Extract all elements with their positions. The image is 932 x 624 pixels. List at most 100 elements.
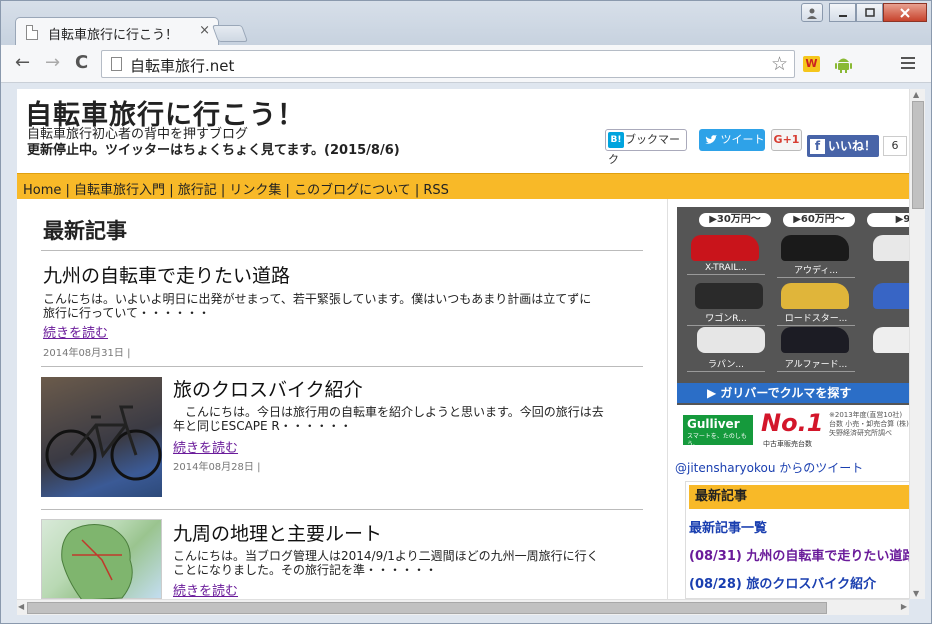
post-excerpt: こんにちは。いよいよ明日に出発がせまって、若干緊張しています。僕はいつもあまり計… bbox=[43, 292, 591, 320]
divider bbox=[41, 509, 643, 510]
tab-active[interactable]: 自転車旅行に行こう！ × bbox=[15, 17, 219, 46]
facebook-icon: f bbox=[810, 139, 825, 154]
vertical-scrollbar[interactable]: ▲ ▼ bbox=[909, 89, 925, 599]
twitter-bird-icon bbox=[705, 135, 717, 144]
browser-toolbar: ← → C 自転車旅行.net ☆ W bbox=[1, 45, 931, 83]
tagline-line-2: 更新停止中。ツイッターはちょくちょく見てます。(2015/8/6) bbox=[27, 143, 400, 158]
nav-item-links[interactable]: リンク集 bbox=[229, 183, 281, 198]
post-thumbnail-bike[interactable] bbox=[41, 377, 162, 497]
read-more-link[interactable]: 続きを読む bbox=[173, 580, 238, 599]
window-controls bbox=[801, 3, 927, 23]
nav-item-home[interactable]: Home bbox=[23, 183, 61, 198]
global-nav: Home | 自転車旅行入門 | 旅行記 | リンク集 | このブログについて … bbox=[17, 173, 909, 199]
car-image bbox=[781, 327, 849, 353]
forward-icon[interactable]: → bbox=[45, 53, 60, 73]
post-date: 2014年08月28日 | bbox=[173, 462, 261, 473]
nav-item-travelogue[interactable]: 旅行記 bbox=[178, 183, 217, 198]
nav-item-intro[interactable]: 自転車旅行入門 bbox=[74, 183, 165, 198]
nav-item-about[interactable]: このブログについて bbox=[294, 183, 411, 198]
widget-link[interactable]: (08/28) 旅のクロスバイク紹介 bbox=[689, 573, 876, 592]
car-label: ロードスター... bbox=[777, 311, 855, 326]
post-excerpt-line: こんにちは。今日は旅行用の自転車を紹介しようと思います。今回の旅行は去 bbox=[173, 405, 604, 419]
car-image bbox=[781, 235, 849, 261]
car-image bbox=[691, 235, 759, 261]
menu-icon[interactable] bbox=[901, 57, 915, 72]
post-title[interactable]: 九周の地理と主要ルート bbox=[173, 519, 382, 546]
post-title[interactable]: 九州の自転車で走りたい道路 bbox=[43, 261, 290, 288]
post-thumbnail-map[interactable] bbox=[41, 519, 162, 599]
widget-link[interactable]: 最新記事一覧 bbox=[689, 517, 767, 536]
horizontal-scrollbar[interactable]: ◀ ▶ bbox=[17, 599, 909, 615]
car-label: ワゴンR... bbox=[687, 311, 765, 326]
read-more-link[interactable]: 続きを読む bbox=[43, 322, 108, 341]
tab-title: 自転車旅行に行こう！ bbox=[48, 28, 179, 43]
hatena-bookmark-button[interactable]: B! ブックマーク bbox=[605, 129, 687, 166]
car-image bbox=[697, 327, 765, 353]
reload-icon[interactable]: C bbox=[75, 53, 88, 73]
sidebar-divider bbox=[667, 199, 668, 599]
browser-window: 自転車旅行に行こう！ × ← → C 自転車旅行.net ☆ W 自転車旅行に行… bbox=[0, 0, 932, 624]
back-icon[interactable]: ← bbox=[15, 53, 30, 73]
ad-fineprint: ※2013年度(直営10社)台数 小売・卸売合算 (株)矢野経済研究所調べ bbox=[829, 411, 909, 437]
post-date: 2014年08月31日 | bbox=[43, 348, 131, 359]
scroll-down-icon[interactable]: ▼ bbox=[913, 589, 919, 598]
url-text: 自転車旅行.net bbox=[130, 57, 235, 75]
price-badge: ▶30万円〜 bbox=[699, 213, 771, 227]
post-excerpt-line: 旅行に行っていて・・・・・・ bbox=[43, 306, 211, 320]
no1-badge: No.1 bbox=[761, 409, 824, 437]
car-label: X-TRAIL... bbox=[687, 263, 765, 275]
divider bbox=[41, 250, 643, 251]
post-title[interactable]: 旅のクロスバイク紹介 bbox=[173, 375, 363, 402]
scroll-left-icon[interactable]: ◀ bbox=[18, 602, 24, 611]
bookmark-star-icon[interactable]: ☆ bbox=[771, 53, 788, 75]
address-bar[interactable]: 自転車旅行.net ☆ bbox=[101, 50, 795, 78]
page-icon bbox=[26, 25, 38, 40]
scrollbar-thumb[interactable] bbox=[912, 101, 924, 209]
gulliver-ad[interactable]: ▶30万円〜 ▶60万円〜 ▶9 X-TRAIL... アウディ... ワゴンR… bbox=[677, 207, 909, 455]
gplus-button[interactable]: G+1 bbox=[771, 129, 802, 151]
hatena-icon: B! bbox=[608, 132, 624, 148]
facebook-like-button[interactable]: f いいね！ bbox=[807, 135, 879, 157]
divider bbox=[41, 366, 643, 367]
post-excerpt: こんにちは。当ブログ管理人は2014/9/1より二週間ほどの九州一周旅行に行く … bbox=[173, 549, 599, 577]
post-excerpt-line: こんにちは。いよいよ明日に出発がせまって、若干緊張しています。僕はいつもあまり計… bbox=[43, 292, 592, 306]
post-excerpt-line: 年と同じESCAPE R・・・・・・ bbox=[173, 419, 352, 433]
scrollbar-thumb[interactable] bbox=[27, 602, 827, 614]
car-image bbox=[873, 235, 909, 261]
tagline-line-1: 自転車旅行初心者の背中を押すブログ bbox=[27, 127, 249, 142]
ad-logo-strip: Gulliver スマートを、たのしもう。 No.1 中古車販売台数 ※2013… bbox=[677, 405, 909, 455]
widget-title: 最新記事 bbox=[689, 485, 909, 509]
page-viewport: 自転車旅行に行こう！ 自転車旅行初心者の背中を押すブログ 更新停止中。ツイッター… bbox=[17, 89, 909, 599]
tweet-button[interactable]: ツイート bbox=[699, 129, 765, 151]
maximize-button[interactable] bbox=[856, 3, 883, 22]
car-label: ラパン... bbox=[687, 357, 765, 372]
scroll-right-icon[interactable]: ▶ bbox=[901, 602, 907, 611]
gulliver-logo-text: Gulliver bbox=[687, 417, 740, 431]
car-label: アウディ... bbox=[777, 263, 855, 278]
scroll-up-icon[interactable]: ▲ bbox=[913, 90, 919, 99]
car-image bbox=[781, 283, 849, 309]
widget-link[interactable]: (08/31) 九州の自転車で走りたい道路 bbox=[689, 545, 909, 564]
post-excerpt: こんにちは。今日は旅行用の自転車を紹介しようと思います。今回の旅行は去 年と同じ… bbox=[173, 405, 604, 433]
extension-w-icon[interactable]: W bbox=[803, 56, 820, 72]
close-window-button[interactable] bbox=[883, 3, 927, 22]
page-icon bbox=[111, 57, 122, 71]
gulliver-logo-sub: スマートを、たのしもう。 bbox=[687, 433, 747, 448]
new-tab-button[interactable] bbox=[211, 25, 249, 42]
fb-like-label: いいね！ bbox=[828, 139, 877, 153]
tweet-label: ツイート bbox=[720, 133, 765, 146]
nav-item-rss[interactable]: RSS bbox=[423, 183, 449, 198]
main-heading: 最新記事 bbox=[43, 219, 127, 243]
twitter-timeline-link[interactable]: @jitensharyokou からのツイート bbox=[675, 459, 863, 476]
car-image bbox=[873, 283, 909, 309]
ad-banner[interactable]: ▶ ガリバーでクルマを探す bbox=[677, 383, 909, 403]
read-more-link[interactable]: 続きを読む bbox=[173, 437, 238, 456]
car-image bbox=[695, 283, 763, 309]
user-icon[interactable] bbox=[801, 3, 823, 22]
post-excerpt-line: ことになりました。その旅行記を準・・・・・・ bbox=[173, 563, 438, 577]
android-extension-icon[interactable] bbox=[835, 54, 852, 73]
minimize-button[interactable] bbox=[829, 3, 856, 22]
tab-close-icon[interactable]: × bbox=[199, 23, 210, 38]
car-label: アルファード... bbox=[777, 357, 855, 372]
post-excerpt-line: こんにちは。当ブログ管理人は2014/9/1より二週間ほどの九州一周旅行に行く bbox=[173, 549, 599, 563]
